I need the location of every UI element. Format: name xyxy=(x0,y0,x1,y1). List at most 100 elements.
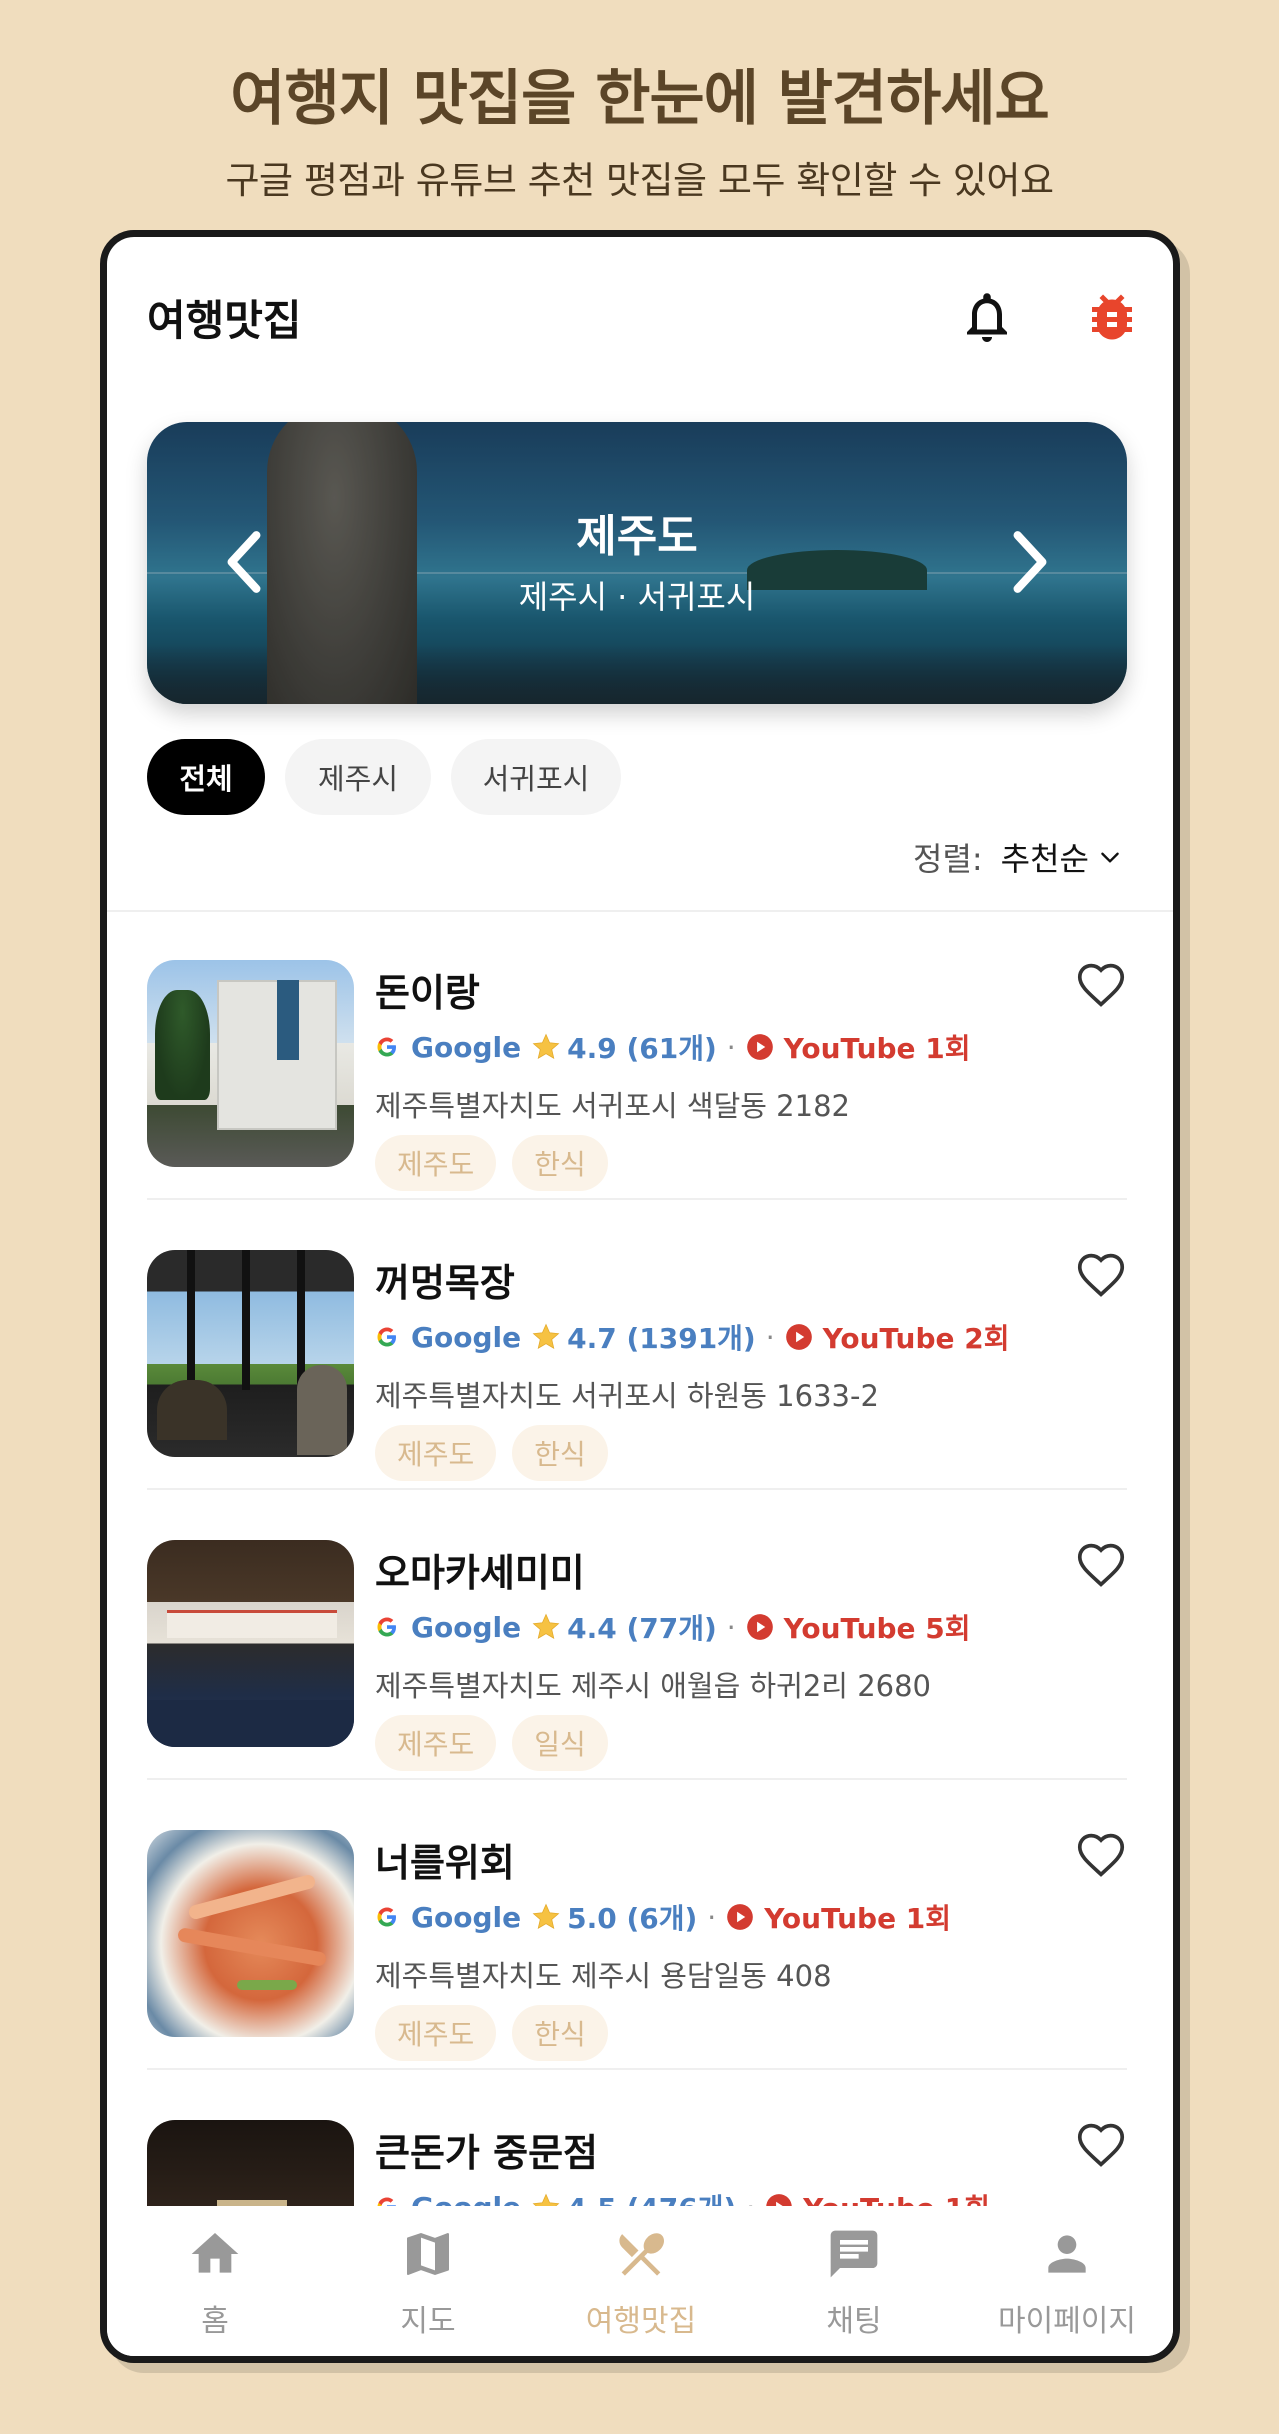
youtube-icon xyxy=(727,1904,754,1930)
restaurant-name: 큰돈가 중문점 xyxy=(375,2131,598,2175)
restaurant-meta: Google 4.7 (1391개) · YouTube 2회 xyxy=(375,1317,1010,1357)
star-icon xyxy=(532,1903,560,1930)
restaurant-card[interactable]: 돈이랑 Google 4.9 (61개) · YouTube 1회 제주특별자치… xyxy=(147,910,1127,1200)
restaurant-thumbnail xyxy=(147,960,354,1167)
google-icon xyxy=(377,1327,396,1347)
nav-item-home[interactable]: 홈 xyxy=(107,2206,323,2356)
youtube-icon xyxy=(785,1324,812,1350)
google-label: Google xyxy=(411,1030,522,1064)
filter-chip-all[interactable]: 전체 xyxy=(147,739,265,815)
restaurant-tags: 제주도 한식 xyxy=(375,2005,624,2061)
bug-icon[interactable] xyxy=(1082,287,1142,347)
restaurant-tags: 제주도 한식 xyxy=(375,1425,624,1481)
nav-item-restaurants[interactable]: 여행맛집 xyxy=(533,2206,749,2356)
filter-chip-jeju-si[interactable]: 제주시 xyxy=(285,739,431,815)
heart-icon[interactable] xyxy=(1075,960,1127,1012)
tag-cuisine: 한식 xyxy=(512,1425,608,1481)
google-label: Google xyxy=(411,1320,522,1354)
heart-icon[interactable] xyxy=(1075,1830,1127,1882)
restaurant-name: 오마카세미미 xyxy=(375,1551,585,1595)
youtube-icon xyxy=(746,1034,773,1060)
youtube-count: YouTube 5회 xyxy=(783,1612,971,1645)
restaurant-icon xyxy=(619,2233,665,2276)
restaurant-name: 너를위회 xyxy=(375,1841,515,1885)
promo-subtitle: 구글 평점과 유튜브 추천 맛집을 모두 확인할 수 있어요 xyxy=(225,159,1054,202)
chat-icon xyxy=(830,2230,878,2278)
restaurant-thumbnail xyxy=(147,1830,354,2037)
chevron-left-icon[interactable] xyxy=(219,527,269,597)
meta-separator: · xyxy=(726,1610,736,1644)
youtube-count: YouTube 1회 xyxy=(764,1902,952,1935)
banner-subtitle: 제주시 · 서귀포시 xyxy=(518,578,756,616)
nav-item-chat[interactable]: 채팅 xyxy=(746,2206,962,2356)
restaurant-tags: 제주도 한식 xyxy=(375,1135,624,1191)
meta-separator: · xyxy=(726,1030,736,1064)
heart-icon[interactable] xyxy=(1075,1250,1127,1302)
meta-separator: · xyxy=(765,1320,775,1354)
bell-icon[interactable] xyxy=(957,287,1017,347)
nav-item-mypage[interactable]: 마이페이지 xyxy=(959,2206,1173,2356)
phone-frame: 여행맛집 제주도 제주시 · 서귀포시 전체 제주시 서귀포시 정렬: 추천순 xyxy=(100,230,1180,2363)
restaurant-meta: Google 5.0 (6개) · YouTube 1회 xyxy=(375,1897,951,1937)
star-icon xyxy=(532,1613,560,1640)
google-icon xyxy=(377,1617,396,1637)
chevron-right-icon[interactable] xyxy=(1005,527,1055,597)
youtube-count: YouTube 1회 xyxy=(783,1032,971,1065)
heart-icon[interactable] xyxy=(1075,2120,1127,2172)
restaurant-thumbnail xyxy=(147,1250,354,1457)
sort-value: 추천순 xyxy=(1000,840,1089,878)
nav-label: 홈 xyxy=(201,2304,229,2339)
google-label: Google xyxy=(411,1900,522,1934)
destination-banner[interactable]: 제주도 제주시 · 서귀포시 xyxy=(147,422,1127,704)
tag-cuisine: 한식 xyxy=(512,1135,608,1191)
tag-region: 제주도 xyxy=(375,1425,497,1481)
tag-cuisine: 한식 xyxy=(512,2005,608,2061)
tag-region: 제주도 xyxy=(375,1135,497,1191)
app-title: 여행맛집 xyxy=(147,296,302,345)
restaurant-meta: Google 4.4 (77개) · YouTube 5회 xyxy=(375,1607,971,1647)
bottom-navigation: 홈 지도 여행맛집 채팅 마이페이지 xyxy=(107,2206,1173,2356)
nav-label: 여행맛집 xyxy=(585,2304,697,2339)
google-label: Google xyxy=(411,1610,522,1644)
restaurant-address: 제주특별자치도 제주시 애월읍 하귀2리 2680 xyxy=(375,1669,932,1703)
restaurant-tags: 제주도 일식 xyxy=(375,1715,624,1771)
nav-label: 마이페이지 xyxy=(998,2304,1136,2339)
sort-dropdown[interactable]: 정렬: 추천순 xyxy=(913,834,1123,880)
nav-item-map[interactable]: 지도 xyxy=(320,2206,536,2356)
restaurant-name: 꺼멍목장 xyxy=(375,1261,515,1305)
chevron-down-icon xyxy=(1101,852,1119,863)
nav-label: 지도 xyxy=(400,2304,456,2339)
meta-separator: · xyxy=(707,1900,717,1934)
restaurant-thumbnail xyxy=(147,1540,354,1747)
banner-title: 제주도 xyxy=(576,511,698,562)
restaurant-card[interactable]: 너를위회 Google 5.0 (6개) · YouTube 1회 제주특별자치… xyxy=(147,1780,1127,2070)
google-icon xyxy=(377,1037,396,1057)
restaurant-name: 돈이랑 xyxy=(375,971,480,1015)
restaurant-card[interactable]: 꺼멍목장 Google 4.7 (1391개) · YouTube 2회 제주특… xyxy=(147,1200,1127,1490)
person-icon xyxy=(1048,2235,1086,2273)
restaurant-address: 제주특별자치도 제주시 용담일동 408 xyxy=(375,1959,832,1993)
app-bar: 여행맛집 xyxy=(107,237,1173,397)
star-icon xyxy=(532,1033,560,1060)
tag-cuisine: 일식 xyxy=(512,1715,608,1771)
youtube-icon xyxy=(746,1614,773,1640)
restaurant-address: 제주특별자치도 서귀포시 하원동 1633-2 xyxy=(375,1379,879,1413)
youtube-count: YouTube 2회 xyxy=(822,1322,1010,1355)
filter-chip-seogwipo-si[interactable]: 서귀포시 xyxy=(451,739,621,815)
star-icon xyxy=(532,1323,560,1350)
promo-title: 여행지 맛집을 한눈에 발견하세요 xyxy=(230,64,1049,134)
restaurant-meta: Google 4.9 (61개) · YouTube 1회 xyxy=(375,1027,971,1067)
google-rating: 4.4 (77개) xyxy=(567,1612,717,1645)
map-icon xyxy=(407,2233,449,2275)
heart-icon[interactable] xyxy=(1075,1540,1127,1592)
sort-label: 정렬: xyxy=(913,840,983,878)
google-rating: 4.7 (1391개) xyxy=(567,1322,756,1355)
home-icon xyxy=(191,2233,239,2273)
tag-region: 제주도 xyxy=(375,2005,497,2061)
google-icon xyxy=(377,1907,396,1927)
restaurant-card[interactable]: 오마카세미미 Google 4.4 (77개) · YouTube 5회 제주특… xyxy=(147,1490,1127,1780)
google-rating: 4.9 (61개) xyxy=(567,1032,717,1065)
google-rating: 5.0 (6개) xyxy=(567,1902,698,1935)
nav-label: 채팅 xyxy=(826,2304,882,2339)
restaurant-address: 제주특별자치도 서귀포시 색달동 2182 xyxy=(375,1089,850,1123)
